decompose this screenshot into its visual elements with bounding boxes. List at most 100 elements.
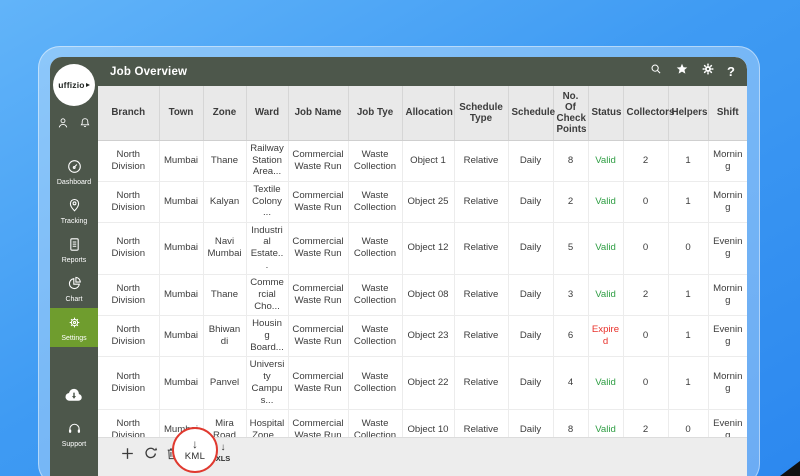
user-icon[interactable] xyxy=(56,116,70,135)
column-header[interactable]: Status xyxy=(588,86,623,140)
table-cell: Textile Colony ... xyxy=(246,181,288,222)
table-cell: 2 xyxy=(623,275,668,316)
table-cell: Panvel xyxy=(203,357,246,410)
table-cell: Thane xyxy=(203,140,246,181)
table-cell: Daily xyxy=(508,275,553,316)
page-title: Job Overview xyxy=(110,66,187,78)
table-cell: Relative xyxy=(454,140,508,181)
sidebar-nav: Dashboard Tracking Repor xyxy=(50,152,98,347)
favorite-star-icon[interactable] xyxy=(675,62,689,81)
table-cell: Evening xyxy=(708,222,747,275)
table-cell: 0 xyxy=(623,222,668,275)
sidebar-item-reports[interactable]: Reports xyxy=(50,230,98,269)
table-cell: Commercial Waste Run xyxy=(288,140,348,181)
column-header[interactable]: No. Of Check Points xyxy=(553,86,588,140)
table-cell: Industrial Estate... xyxy=(246,222,288,275)
table-row[interactable]: North DivisionMumbaiKalyanTextile Colony… xyxy=(98,181,747,222)
column-header[interactable]: Town xyxy=(159,86,203,140)
table-cell: North Division xyxy=(98,140,159,181)
sidebar-item-chart[interactable]: Chart xyxy=(50,269,98,308)
column-header[interactable]: Branch xyxy=(98,86,159,140)
status-badge: Valid xyxy=(588,357,623,410)
table-cell: Daily xyxy=(508,222,553,275)
column-header[interactable]: Ward xyxy=(246,86,288,140)
table-cell: Waste Collection xyxy=(348,222,402,275)
table-cell: 0 xyxy=(623,357,668,410)
table-row[interactable]: North DivisionMumbaiBhiwandiHousing Boar… xyxy=(98,316,747,357)
column-header[interactable]: Shift xyxy=(708,86,747,140)
download-arrow-icon: ↓ xyxy=(192,438,198,450)
sidebar-item-support[interactable]: Support xyxy=(62,420,87,448)
table-header-row: BranchTownZoneWardJob NameJob TyeAllocat… xyxy=(98,86,747,140)
table-cell: Morning xyxy=(708,181,747,222)
sidebar-item-settings[interactable]: Settings xyxy=(50,308,98,347)
table-cell: Housing Board... xyxy=(246,316,288,357)
table-cell: Object 12 xyxy=(402,222,454,275)
gear-icon[interactable] xyxy=(701,62,715,81)
table-cell: Mumbai xyxy=(159,357,203,410)
table-cell: Waste Collection xyxy=(348,316,402,357)
table-cell: Waste Collection xyxy=(348,275,402,316)
table-cell: Morning xyxy=(708,140,747,181)
table-cell: Relative xyxy=(454,222,508,275)
table-cell: Commercial Waste Run xyxy=(288,222,348,275)
table-cell: Daily xyxy=(508,357,553,410)
column-header[interactable]: Collectors xyxy=(623,86,668,140)
column-header[interactable]: Helpers xyxy=(668,86,708,140)
table-cell: Commercial Waste Run xyxy=(288,181,348,222)
table-cell: 1 xyxy=(668,181,708,222)
column-header[interactable]: Schedule xyxy=(508,86,553,140)
job-table-container: BranchTownZoneWardJob NameJob TyeAllocat… xyxy=(98,86,747,476)
table-row[interactable]: North DivisionMumbaiThaneRailway Station… xyxy=(98,140,747,181)
sidebar-item-dashboard[interactable]: Dashboard xyxy=(50,152,98,191)
refresh-button[interactable] xyxy=(142,445,160,463)
table-cell: Daily xyxy=(508,140,553,181)
table-cell: Railway Station Area... xyxy=(246,140,288,181)
table-cell: Commercial Waste Run xyxy=(288,357,348,410)
table-row[interactable]: North DivisionMumbaiNavi MumbaiIndustria… xyxy=(98,222,747,275)
table-cell: Mumbai xyxy=(159,316,203,357)
table-cell: Commercial Waste Run xyxy=(288,316,348,357)
notifications-bell-icon[interactable] xyxy=(78,116,92,135)
status-badge: Valid xyxy=(588,140,623,181)
pie-chart-icon xyxy=(66,275,83,294)
table-cell: Navi Mumbai xyxy=(203,222,246,275)
export-kml-button-highlighted[interactable]: ↓ KML xyxy=(172,427,218,473)
table-cell: 0 xyxy=(668,222,708,275)
dashboard-gauge-icon xyxy=(66,158,83,177)
brand-logo[interactable]: uffizio xyxy=(53,64,95,106)
column-header[interactable]: Job Tye xyxy=(348,86,402,140)
column-header[interactable]: Schedule Type xyxy=(454,86,508,140)
sidebar-item-label: Reports xyxy=(62,257,87,264)
column-header[interactable]: Allocation xyxy=(402,86,454,140)
table-cell: 3 xyxy=(553,275,588,316)
column-header[interactable]: Zone xyxy=(203,86,246,140)
table-cell: Mumbai xyxy=(159,222,203,275)
table-body: North DivisionMumbaiThaneRailway Station… xyxy=(98,140,747,451)
table-cell: North Division xyxy=(98,357,159,410)
help-icon[interactable]: ? xyxy=(727,64,735,79)
table-cell: Bhiwandi xyxy=(203,316,246,357)
table-cell: Kalyan xyxy=(203,181,246,222)
status-badge: Valid xyxy=(588,222,623,275)
status-badge: Valid xyxy=(588,181,623,222)
search-icon[interactable] xyxy=(649,62,663,81)
table-cell: Object 1 xyxy=(402,140,454,181)
job-table: BranchTownZoneWardJob NameJob TyeAllocat… xyxy=(98,86,747,451)
sidebar-item-tracking[interactable]: Tracking xyxy=(50,191,98,230)
cloud-download-button[interactable] xyxy=(63,385,85,408)
add-button[interactable] xyxy=(119,445,137,463)
table-row[interactable]: North DivisionMumbaiThaneCommercial Cho.… xyxy=(98,275,747,316)
table-cell: Object 25 xyxy=(402,181,454,222)
desktop: { "brand": { "logo_text": "uffizio" }, "… xyxy=(0,0,800,476)
column-header[interactable]: Job Name xyxy=(288,86,348,140)
table-cell: 1 xyxy=(668,140,708,181)
table-cell: Object 22 xyxy=(402,357,454,410)
table-row[interactable]: North DivisionMumbaiPanvelUniversity Cam… xyxy=(98,357,747,410)
table-cell: Relative xyxy=(454,316,508,357)
table-cell: Relative xyxy=(454,357,508,410)
reports-document-icon xyxy=(66,236,83,255)
brand-logo-text: uffizio xyxy=(58,80,84,90)
support-headset-icon xyxy=(66,420,83,439)
table-cell: Daily xyxy=(508,181,553,222)
